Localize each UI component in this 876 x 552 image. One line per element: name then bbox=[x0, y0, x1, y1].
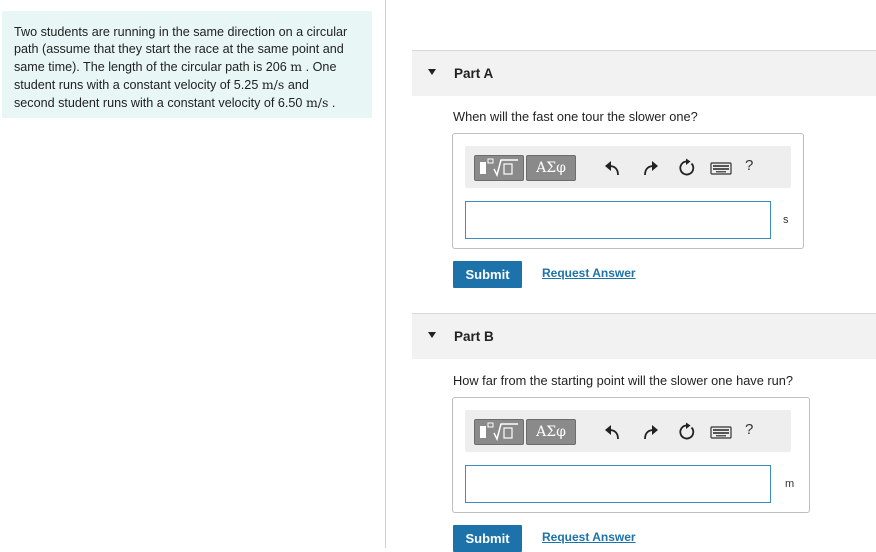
problem-line: Two students are running in the same dir… bbox=[14, 25, 348, 39]
reset-icon[interactable] bbox=[677, 158, 697, 178]
templates-button[interactable] bbox=[474, 155, 524, 181]
collapse-caret-icon[interactable] bbox=[428, 69, 436, 75]
problem-line: student runs with a constant velocity of… bbox=[14, 77, 309, 92]
part-a-title: Part A bbox=[454, 66, 494, 81]
undo-icon[interactable] bbox=[603, 422, 623, 442]
math-unit: m/s bbox=[261, 77, 285, 92]
part-b-request-answer-link[interactable]: Request Answer bbox=[542, 530, 636, 544]
templates-button[interactable] bbox=[474, 419, 524, 445]
undo-icon[interactable] bbox=[603, 158, 623, 178]
part-b-question: How far from the starting point will the… bbox=[453, 373, 793, 388]
help-icon[interactable]: ? bbox=[745, 157, 753, 174]
reset-icon[interactable] bbox=[677, 422, 697, 442]
part-a-answer-box: ΑΣφ ? s bbox=[452, 133, 804, 249]
greek-symbols-button[interactable]: ΑΣφ bbox=[526, 419, 576, 445]
math-toolbar: ΑΣφ ? bbox=[465, 146, 791, 188]
problem-line: same time). The length of the circular p… bbox=[14, 59, 337, 74]
column-divider bbox=[385, 0, 386, 548]
math-unit: m bbox=[290, 59, 303, 74]
problem-line: path (assume that they start the race at… bbox=[14, 42, 344, 56]
templates-icon bbox=[480, 158, 518, 178]
part-b-answer-box: ΑΣφ ? m bbox=[452, 397, 810, 513]
part-b-unit: m bbox=[785, 478, 795, 490]
greek-symbols-button[interactable]: ΑΣφ bbox=[526, 155, 576, 181]
redo-icon[interactable] bbox=[640, 158, 660, 178]
part-a-submit-button[interactable]: Submit bbox=[453, 261, 522, 288]
part-a-unit: s bbox=[783, 214, 789, 226]
part-b-header[interactable]: Part B bbox=[412, 313, 876, 359]
part-b-title: Part B bbox=[454, 329, 494, 344]
collapse-caret-icon[interactable] bbox=[428, 332, 436, 338]
part-b-answer-input[interactable] bbox=[465, 465, 771, 503]
problem-statement: Two students are running in the same dir… bbox=[2, 11, 372, 118]
keyboard-icon[interactable] bbox=[710, 158, 732, 178]
keyboard-icon[interactable] bbox=[710, 422, 732, 442]
help-icon[interactable]: ? bbox=[745, 421, 753, 438]
math-unit: m/s bbox=[305, 95, 329, 110]
problem-line: second student runs with a constant velo… bbox=[14, 95, 336, 110]
part-a-answer-input[interactable] bbox=[465, 201, 771, 239]
part-a-request-answer-link[interactable]: Request Answer bbox=[542, 266, 636, 280]
math-toolbar: ΑΣφ ? bbox=[465, 410, 791, 452]
part-a-header[interactable]: Part A bbox=[412, 50, 876, 96]
templates-icon bbox=[480, 422, 518, 442]
part-a-question: When will the fast one tour the slower o… bbox=[453, 109, 698, 124]
redo-icon[interactable] bbox=[640, 422, 660, 442]
